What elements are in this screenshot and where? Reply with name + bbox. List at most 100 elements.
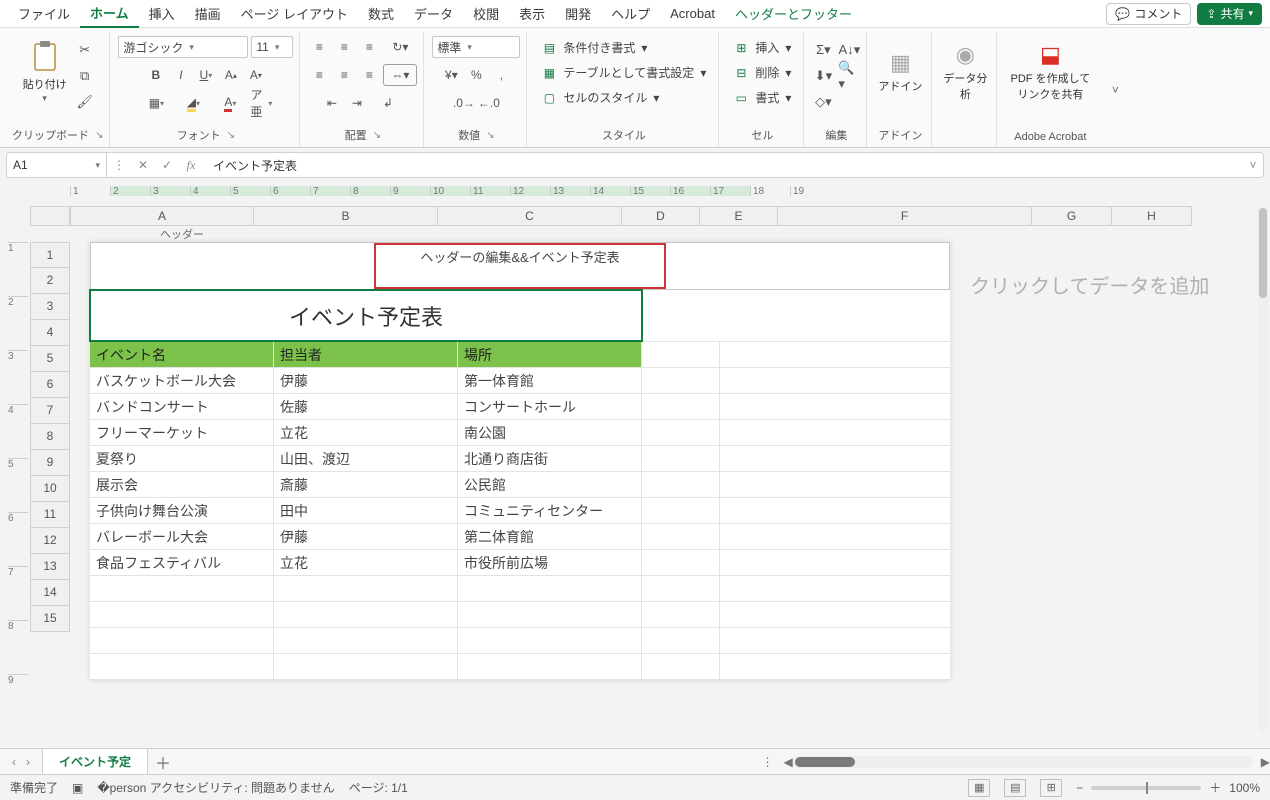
row-header[interactable]: 11 <box>30 502 70 528</box>
h-scroll-thumb[interactable] <box>795 757 855 767</box>
row-header[interactable]: 3 <box>30 294 70 320</box>
zoom-slider[interactable] <box>1091 786 1201 790</box>
borders-button[interactable]: ▦▾ <box>139 92 173 114</box>
menu-developer[interactable]: 開発 <box>555 0 601 27</box>
shrink-font-button[interactable]: A▾ <box>245 64 267 86</box>
cell[interactable] <box>458 576 642 601</box>
header-editor[interactable]: ヘッダーの編集&&イベント予定表 <box>90 242 950 290</box>
zoom-in[interactable]: ＋ <box>1209 779 1221 796</box>
expand-formula-bar[interactable]: ˅ <box>1243 158 1263 172</box>
fill-button[interactable]: ⬇▾ <box>812 66 834 86</box>
cell[interactable] <box>642 498 720 523</box>
align-top[interactable]: ≡ <box>308 36 330 58</box>
cell[interactable] <box>90 602 274 627</box>
cell[interactable] <box>642 342 720 367</box>
merged-title-cell[interactable]: イベント予定表 <box>90 290 642 341</box>
cell[interactable]: 子供向け舞台公演 <box>90 498 274 523</box>
hscroll-left[interactable]: ◀ <box>784 755 793 769</box>
view-normal[interactable]: ▦ <box>968 779 990 797</box>
bold-button[interactable]: B <box>145 64 167 86</box>
merge-button[interactable]: ⇔▾ <box>383 64 417 86</box>
paste-button[interactable]: 貼り付け▾ <box>20 36 70 108</box>
find-select-button[interactable]: 🔍▾ <box>838 66 860 86</box>
cell[interactable]: 伊藤 <box>274 524 458 549</box>
cell[interactable] <box>720 446 798 471</box>
cell[interactable]: フリーマーケット <box>90 420 274 445</box>
italic-button[interactable]: I <box>170 64 192 86</box>
cell[interactable] <box>642 368 720 393</box>
menu-review[interactable]: 校閲 <box>463 0 509 27</box>
accessibility-status[interactable]: �person アクセシビリティ: 問題ありません <box>97 779 334 796</box>
cell[interactable]: バンドコンサート <box>90 394 274 419</box>
wrap-text[interactable]: ↲ <box>371 92 405 114</box>
add-data-hint[interactable]: クリックしてデータを追加 <box>970 270 1270 299</box>
cell[interactable]: 山田、渡辺 <box>274 446 458 471</box>
menu-data[interactable]: データ <box>404 0 463 27</box>
conditional-format-button[interactable]: ▤条件付き書式 ▾ <box>535 36 653 59</box>
cell[interactable]: 立花 <box>274 550 458 575</box>
cell[interactable] <box>720 394 798 419</box>
view-pagelayout[interactable]: ▤ <box>1004 779 1026 797</box>
align-left[interactable]: ≡ <box>308 64 330 86</box>
cell[interactable]: コンサートホール <box>458 394 642 419</box>
cell[interactable] <box>274 628 458 653</box>
cell[interactable] <box>720 498 798 523</box>
menu-help[interactable]: ヘルプ <box>601 0 660 27</box>
row-header[interactable]: 7 <box>30 398 70 424</box>
header-center[interactable]: ヘッダーの編集&&イベント予定表 <box>374 243 665 289</box>
macro-rec-icon[interactable]: ▣ <box>72 781 83 795</box>
header-left[interactable] <box>91 243 374 289</box>
row-header[interactable]: 14 <box>30 580 70 606</box>
percent-button[interactable]: % <box>465 64 487 86</box>
row-header[interactable]: 9 <box>30 450 70 476</box>
row-header[interactable]: 1 <box>30 242 70 268</box>
decrease-decimal[interactable]: ←.0 <box>478 92 500 114</box>
cell[interactable]: 第二体育館 <box>458 524 642 549</box>
phonetic-button[interactable]: ア亜▾ <box>250 92 272 114</box>
menu-insert[interactable]: 挿入 <box>139 0 185 27</box>
cell[interactable] <box>720 342 798 367</box>
tab-menu-icon[interactable]: ⋮ <box>752 755 784 769</box>
comments-button[interactable]: 💬コメント <box>1106 3 1191 25</box>
tab-next[interactable]: › <box>26 755 30 769</box>
row-header[interactable]: 15 <box>30 606 70 632</box>
header-right[interactable] <box>666 243 949 289</box>
col-header-D[interactable]: D <box>622 206 700 226</box>
orientation-button[interactable]: ↻▾ <box>383 36 417 58</box>
col-header-E[interactable]: E <box>700 206 778 226</box>
increase-indent[interactable]: ⇥ <box>346 92 368 114</box>
zoom-value[interactable]: 100% <box>1229 781 1260 795</box>
cell[interactable]: 第一体育館 <box>458 368 642 393</box>
row-header[interactable]: 13 <box>30 554 70 580</box>
grow-font-button[interactable]: A▴ <box>220 64 242 86</box>
cell[interactable] <box>642 446 720 471</box>
accounting-button[interactable]: ¥▾ <box>440 64 462 86</box>
menu-draw[interactable]: 描画 <box>185 0 231 27</box>
col-header-G[interactable]: G <box>1032 206 1112 226</box>
analyze-button[interactable]: ◉データ分析 <box>940 36 990 108</box>
menu-headerfooter[interactable]: ヘッダーとフッター <box>725 0 862 27</box>
sheet-grid[interactable]: イベント予定表イベント名担当者場所バスケットボール大会伊藤第一体育館バンドコンサ… <box>90 290 950 680</box>
cell[interactable]: 南公園 <box>458 420 642 445</box>
cell[interactable]: 田中 <box>274 498 458 523</box>
cell[interactable] <box>458 628 642 653</box>
sort-filter-button[interactable]: A↓▾ <box>838 40 860 60</box>
share-button[interactable]: ⇪共有▾ <box>1197 3 1262 25</box>
menu-acrobat[interactable]: Acrobat <box>660 2 725 25</box>
zoom-out[interactable]: − <box>1076 781 1083 795</box>
font-size-combo[interactable]: 11▾ <box>251 36 293 58</box>
cell[interactable] <box>720 368 798 393</box>
cell[interactable]: バスケットボール大会 <box>90 368 274 393</box>
autosum-button[interactable]: Σ▾ <box>812 40 834 60</box>
cell[interactable]: バレーボール大会 <box>90 524 274 549</box>
cell[interactable] <box>720 576 798 601</box>
cell[interactable]: 斎藤 <box>274 472 458 497</box>
copy-button[interactable]: ⧉ <box>74 66 96 86</box>
cell[interactable] <box>458 602 642 627</box>
table-header-cell[interactable]: 場所 <box>458 342 642 367</box>
format-painter-button[interactable]: 🖌 <box>74 92 96 112</box>
cell-style-button[interactable]: ▢セルのスタイル ▾ <box>535 86 665 109</box>
col-header-C[interactable]: C <box>438 206 622 226</box>
cell[interactable]: 展示会 <box>90 472 274 497</box>
insert-cells-button[interactable]: ⊞挿入 ▾ <box>727 36 797 59</box>
